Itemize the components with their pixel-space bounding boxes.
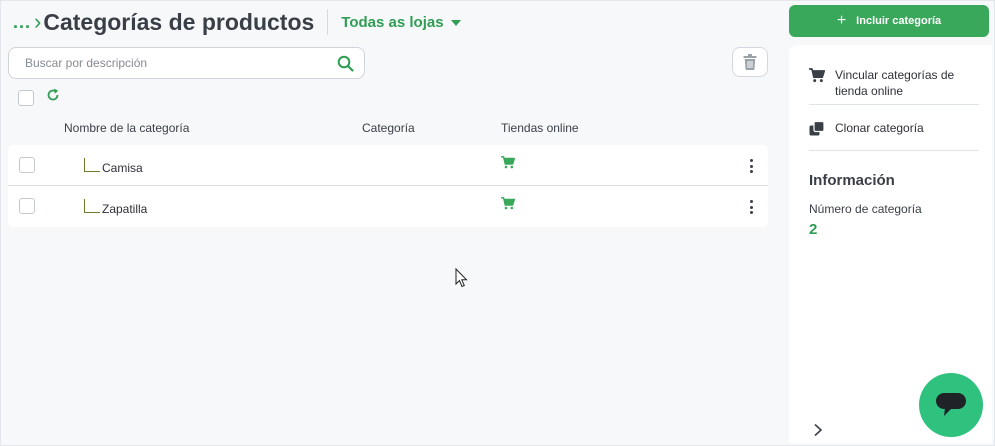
- add-category-label: Incluir categoría: [856, 15, 942, 27]
- search-box: [8, 47, 365, 79]
- link-online-store-categories-action[interactable]: Vincular categorías de tienda online: [809, 67, 979, 99]
- link-online-store-categories-label: Vincular categorías de tienda online: [835, 68, 955, 98]
- caret-down-icon: [450, 19, 461, 26]
- trash-icon: [743, 54, 757, 70]
- category-count-label: Número de categoría: [809, 202, 922, 216]
- column-header-online-stores[interactable]: Tiendas online: [501, 121, 579, 135]
- plus-icon: +: [836, 12, 847, 29]
- chat-button[interactable]: [919, 373, 983, 437]
- tree-branch-icon: [84, 158, 100, 172]
- row-checkbox[interactable]: [19, 198, 35, 214]
- select-all-checkbox[interactable]: [18, 90, 34, 106]
- table-header: Nombre de la categoría Categoría Tiendas…: [8, 118, 768, 138]
- page-header: ... › Categorías de productos Todas as l…: [13, 6, 461, 38]
- search-icon[interactable]: [337, 55, 354, 72]
- table-row[interactable]: Camisa: [8, 145, 768, 186]
- category-table: Camisa Zapatilla: [8, 145, 768, 227]
- divider: [809, 150, 979, 151]
- add-category-button[interactable]: + Incluir categoría: [789, 5, 989, 37]
- cart-icon: [809, 68, 825, 83]
- column-header-name[interactable]: Nombre de la categoría: [64, 121, 189, 135]
- chevron-right-icon[interactable]: [813, 423, 823, 437]
- breadcrumb-chevron-icon: ›: [34, 9, 42, 34]
- info-title: Información: [809, 172, 895, 189]
- search-input[interactable]: [9, 48, 309, 78]
- refresh-icon[interactable]: [46, 88, 60, 102]
- store-selector-label: Todas as lojas: [341, 13, 444, 31]
- row-category-name[interactable]: Camisa: [102, 161, 143, 175]
- mouse-cursor-icon: [455, 268, 468, 288]
- breadcrumb-ellipsis[interactable]: ...: [13, 12, 31, 33]
- tree-branch-icon: [84, 199, 100, 213]
- clone-icon: [809, 121, 825, 136]
- category-count-value: 2: [809, 221, 818, 238]
- column-header-category[interactable]: Categoría: [362, 121, 415, 135]
- more-options-icon[interactable]: [748, 200, 754, 214]
- cart-icon: [501, 156, 515, 169]
- more-options-icon[interactable]: [748, 159, 754, 173]
- delete-button[interactable]: [732, 47, 768, 77]
- row-category-name[interactable]: Zapatilla: [102, 202, 147, 216]
- header-divider: [327, 9, 329, 35]
- divider: [809, 104, 979, 105]
- table-row[interactable]: Zapatilla: [8, 186, 768, 227]
- page-title: Categorías de productos: [43, 8, 315, 35]
- clone-category-label: Clonar categoría: [835, 121, 924, 135]
- chat-icon: [936, 393, 966, 416]
- clone-category-action[interactable]: Clonar categoría: [809, 120, 924, 136]
- cart-icon: [501, 197, 515, 210]
- store-selector[interactable]: Todas as lojas: [341, 13, 461, 31]
- row-checkbox[interactable]: [19, 157, 35, 173]
